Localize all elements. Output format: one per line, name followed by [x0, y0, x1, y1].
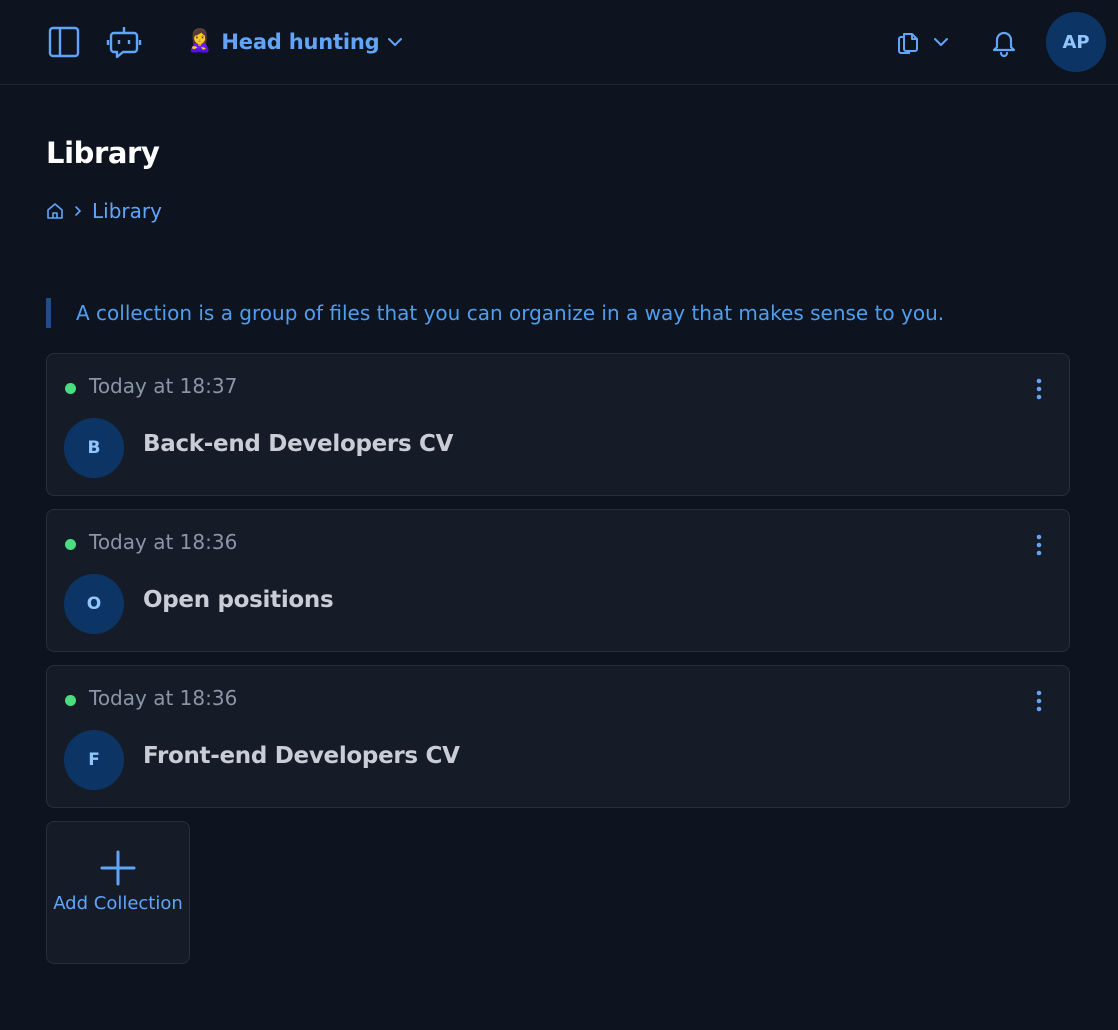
chat-bot-icon [106, 27, 142, 59]
status-dot [65, 695, 76, 706]
breadcrumb-home[interactable] [46, 202, 64, 220]
notifications-button[interactable] [984, 22, 1024, 62]
collection-timestamp: Today at 18:37 [89, 374, 238, 398]
status-dot [65, 539, 76, 550]
collection-menu-button[interactable] [1025, 686, 1053, 716]
workspace-emoji: 🙎‍♀️ [186, 29, 214, 54]
plus-icon [100, 850, 136, 886]
collection-timestamp: Today at 18:36 [89, 530, 238, 554]
chevron-down-icon [388, 38, 403, 46]
collection-name: Front-end Developers CV [143, 743, 460, 769]
collection-avatar: F [64, 730, 124, 790]
chevron-down-icon [934, 38, 948, 46]
more-vertical-icon [1036, 690, 1042, 712]
add-collection-button[interactable]: Add Collection [46, 821, 190, 964]
home-icon [47, 203, 63, 219]
sidebar-toggle-button[interactable] [44, 22, 84, 62]
collection-name: Back-end Developers CV [143, 431, 454, 457]
collection-timestamp: Today at 18:36 [89, 686, 238, 710]
top-bar: 🙎‍♀️ Head hunting AP [0, 0, 1118, 85]
more-vertical-icon [1036, 378, 1042, 400]
info-callout: A collection is a group of files that yo… [46, 298, 944, 328]
chevron-right-icon [75, 206, 82, 216]
documents-menu-button[interactable] [893, 24, 953, 60]
documents-icon [898, 33, 918, 54]
collection-card[interactable]: Today at 18:36 O Open positions [46, 509, 1070, 652]
breadcrumb: Library [46, 197, 162, 225]
collection-avatar: B [64, 418, 124, 478]
sidebar-toggle-icon [48, 26, 80, 58]
workspace-selector[interactable]: 🙎‍♀️ Head hunting [186, 24, 403, 60]
collection-avatar: O [64, 574, 124, 634]
collection-menu-button[interactable] [1025, 374, 1053, 404]
workspace-name: Head hunting [221, 30, 380, 54]
chat-bot-button[interactable] [104, 22, 144, 62]
collection-card[interactable]: Today at 18:36 F Front-end Developers CV [46, 665, 1070, 808]
status-dot [65, 383, 76, 394]
collection-card[interactable]: Today at 18:37 B Back-end Developers CV [46, 353, 1070, 496]
user-avatar[interactable]: AP [1046, 12, 1106, 72]
collection-menu-button[interactable] [1025, 530, 1053, 560]
more-vertical-icon [1036, 534, 1042, 556]
bell-icon [992, 31, 1016, 57]
add-collection-label: Add Collection [53, 893, 183, 914]
collection-name: Open positions [143, 587, 334, 613]
page-title: Library [46, 136, 160, 170]
breadcrumb-library[interactable]: Library [92, 199, 162, 223]
